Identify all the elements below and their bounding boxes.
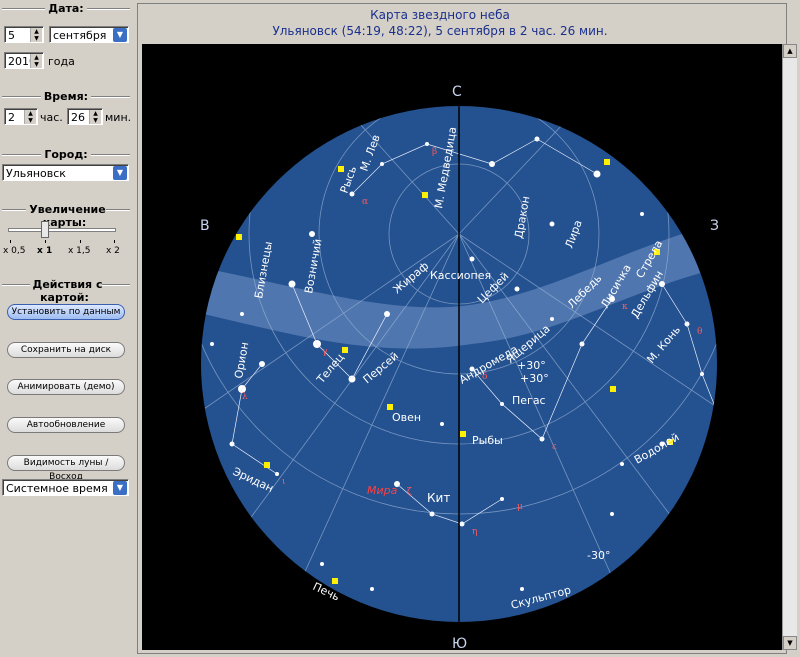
zoom-scale-label: x 0,5	[3, 246, 26, 256]
control-panel: Дата: 5 ▲ ▼ сентября ▼ 2010 ▲ ▼ года Время…	[0, 0, 134, 657]
svg-text:ζ: ζ	[407, 487, 412, 497]
minutes-value: 26	[71, 111, 85, 124]
constellation-label: Пегас	[512, 394, 546, 407]
month-value: сентября	[53, 29, 107, 42]
time-source-value: Системное время	[6, 482, 108, 495]
constellation-label: Кассиопея	[430, 269, 491, 282]
map-title: Карта звездного неба	[370, 8, 510, 22]
city-group-label: Город:	[41, 148, 91, 161]
chevron-down-icon[interactable]: ▼	[113, 166, 127, 180]
day-spinner[interactable]: 5 ▲ ▼	[4, 26, 44, 43]
zoom-tick	[45, 240, 46, 243]
save-to-disk-button[interactable]: Сохранить на диск	[7, 342, 125, 358]
actions-group-label: Действия с картой:	[29, 278, 103, 304]
scroll-down-button[interactable]: ▼	[783, 636, 797, 650]
svg-text:β: β	[432, 147, 437, 157]
chevron-down-icon[interactable]: ▼	[113, 481, 127, 495]
zoom-group: Увеличение карты:	[2, 203, 130, 266]
minutes-spin-buttons[interactable]: ▲ ▼	[89, 110, 101, 124]
year-spin-buttons[interactable]: ▲ ▼	[30, 54, 42, 68]
direction-east: В	[200, 218, 210, 234]
grid-label: -30°	[587, 549, 610, 562]
set-from-data-button[interactable]: Установить по данным	[7, 304, 125, 320]
hours-spin-buttons[interactable]: ▲ ▼	[24, 110, 36, 124]
month-select[interactable]: сентября ▼	[49, 26, 129, 43]
date-group-label: Дата:	[45, 2, 87, 15]
svg-text:η: η	[472, 527, 477, 537]
svg-text:α: α	[362, 197, 368, 207]
svg-text:λ: λ	[242, 392, 248, 402]
auto-update-button[interactable]: Автообновление	[7, 417, 125, 433]
constellation-label: Кит	[427, 491, 450, 505]
svg-text:γ: γ	[322, 347, 327, 357]
scroll-up-button[interactable]: ▲	[783, 44, 797, 58]
hours-value: 2	[8, 111, 15, 124]
chevron-down-icon[interactable]: ▼	[113, 28, 127, 42]
day-spin-buttons[interactable]: ▲ ▼	[30, 28, 42, 42]
zoom-scale-label: x 1	[37, 246, 53, 256]
grid-label: +30°	[520, 372, 549, 385]
city-value: Ульяновск	[6, 167, 66, 180]
star-map: αβγ δεζ ηθι κλμ Рысь М. Лев Близнецы Воз…	[142, 44, 782, 652]
year-suffix: года	[48, 55, 75, 68]
minutes-suffix: мин.	[105, 111, 132, 124]
svg-text:θ: θ	[697, 327, 702, 337]
zoom-tick	[80, 240, 81, 243]
svg-text:ι: ι	[282, 477, 286, 487]
direction-west: З	[710, 218, 719, 234]
zoom-scale-label: x 2	[106, 246, 120, 256]
zoom-slider-track[interactable]	[8, 228, 116, 232]
minutes-spinner[interactable]: 26 ▲ ▼	[67, 108, 103, 125]
star-map-viewport[interactable]: αβγ δεζ ηθι κλμ Рысь М. Лев Близнецы Воз…	[142, 44, 782, 652]
constellation-label: Овен	[392, 411, 421, 424]
time-group-label: Время:	[40, 90, 92, 103]
grid-label: +30°	[517, 359, 546, 372]
animate-demo-button[interactable]: Анимировать (демо)	[7, 379, 125, 395]
day-value: 5	[8, 29, 15, 42]
svg-text:ε: ε	[552, 442, 557, 452]
hours-spinner[interactable]: 2 ▲ ▼	[4, 108, 38, 125]
year-spinner[interactable]: 2010 ▲ ▼	[4, 52, 44, 69]
zoom-slider-thumb[interactable]	[41, 221, 49, 238]
svg-text:μ: μ	[517, 502, 523, 512]
vertical-scrollbar[interactable]: ▲ ▼	[782, 44, 797, 650]
zoom-group-label: Увеличение карты:	[26, 203, 106, 229]
direction-south: Ю	[452, 636, 467, 650]
direction-north: С	[452, 84, 462, 100]
zoom-tick	[10, 240, 11, 243]
zoom-tick	[114, 240, 115, 243]
moon-visibility-button[interactable]: Видимость луны / Восход	[7, 455, 125, 482]
constellation-label: Рыбы	[472, 434, 503, 447]
constellation-label: Мира	[367, 484, 398, 497]
svg-text:κ: κ	[622, 302, 628, 312]
zoom-scale-label: x 1,5	[68, 246, 91, 256]
time-source-select[interactable]: Системное время ▼	[2, 479, 129, 496]
map-subtitle: Ульяновск (54:19, 48:22), 5 сентября в 2…	[272, 24, 608, 38]
hours-suffix: час.	[40, 111, 63, 124]
city-select[interactable]: Ульяновск ▼	[2, 164, 129, 181]
